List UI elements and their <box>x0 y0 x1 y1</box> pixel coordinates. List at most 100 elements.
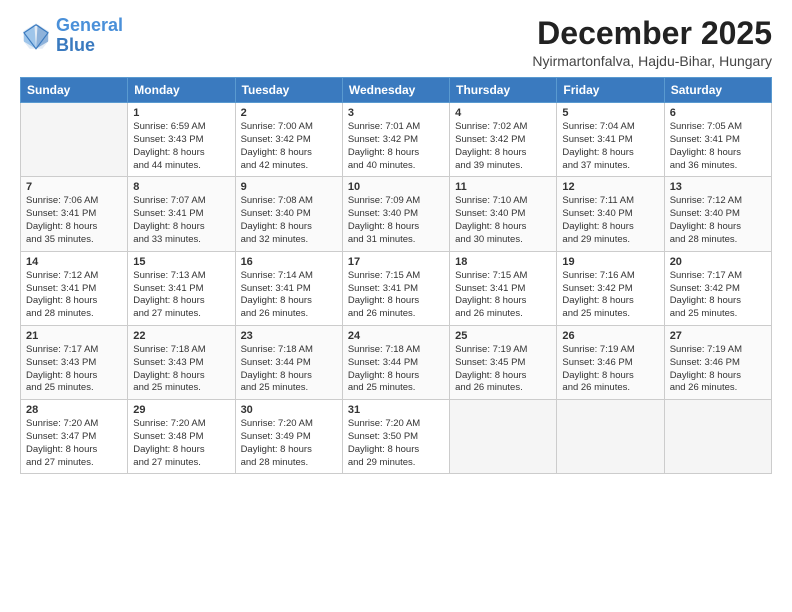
cell-sunset: Sunset: 3:43 PM <box>133 134 229 147</box>
day-number: 25 <box>455 330 551 342</box>
cell-minutes: and 28 minutes. <box>670 234 766 247</box>
cell-minutes: and 30 minutes. <box>455 234 551 247</box>
cell-sunset: Sunset: 3:40 PM <box>562 208 658 221</box>
day-number: 5 <box>562 107 658 119</box>
cell-daylight: Daylight: 8 hours <box>348 370 444 383</box>
cell-4-6 <box>664 400 771 474</box>
cell-daylight: Daylight: 8 hours <box>348 444 444 457</box>
cell-sunset: Sunset: 3:43 PM <box>26 357 122 370</box>
day-number: 11 <box>455 181 551 193</box>
day-number: 27 <box>670 330 766 342</box>
day-number: 9 <box>241 181 337 193</box>
cell-3-5: 26Sunrise: 7:19 AMSunset: 3:46 PMDayligh… <box>557 325 664 399</box>
location: Nyirmartonfalva, Hajdu-Bihar, Hungary <box>532 53 772 69</box>
cell-minutes: and 44 minutes. <box>133 160 229 173</box>
cell-1-0: 7Sunrise: 7:06 AMSunset: 3:41 PMDaylight… <box>21 177 128 251</box>
col-thursday: Thursday <box>450 78 557 103</box>
cell-sunset: Sunset: 3:41 PM <box>562 134 658 147</box>
cell-sunset: Sunset: 3:41 PM <box>133 283 229 296</box>
cell-0-3: 3Sunrise: 7:01 AMSunset: 3:42 PMDaylight… <box>342 103 449 177</box>
logo-text: General Blue <box>56 16 123 56</box>
cell-daylight: Daylight: 8 hours <box>455 221 551 234</box>
cell-sunset: Sunset: 3:40 PM <box>241 208 337 221</box>
cell-minutes: and 26 minutes. <box>455 382 551 395</box>
cell-minutes: and 25 minutes. <box>241 382 337 395</box>
cell-minutes: and 26 minutes. <box>562 382 658 395</box>
cell-2-2: 16Sunrise: 7:14 AMSunset: 3:41 PMDayligh… <box>235 251 342 325</box>
cell-minutes: and 39 minutes. <box>455 160 551 173</box>
cell-daylight: Daylight: 8 hours <box>133 221 229 234</box>
logo-icon <box>20 20 52 52</box>
cell-daylight: Daylight: 8 hours <box>26 221 122 234</box>
cell-sunrise: Sunrise: 7:09 AM <box>348 195 444 208</box>
cell-sunset: Sunset: 3:48 PM <box>133 431 229 444</box>
cell-4-5 <box>557 400 664 474</box>
cell-sunset: Sunset: 3:41 PM <box>26 283 122 296</box>
cell-sunset: Sunset: 3:40 PM <box>455 208 551 221</box>
cell-minutes: and 32 minutes. <box>241 234 337 247</box>
cell-daylight: Daylight: 8 hours <box>241 370 337 383</box>
cell-minutes: and 33 minutes. <box>133 234 229 247</box>
cell-3-0: 21Sunrise: 7:17 AMSunset: 3:43 PMDayligh… <box>21 325 128 399</box>
cell-minutes: and 26 minutes. <box>348 308 444 321</box>
cell-2-3: 17Sunrise: 7:15 AMSunset: 3:41 PMDayligh… <box>342 251 449 325</box>
cell-minutes: and 25 minutes. <box>348 382 444 395</box>
cell-sunrise: Sunrise: 7:05 AM <box>670 121 766 134</box>
month-title: December 2025 <box>532 16 772 51</box>
cell-daylight: Daylight: 8 hours <box>26 370 122 383</box>
cell-daylight: Daylight: 8 hours <box>348 221 444 234</box>
col-friday: Friday <box>557 78 664 103</box>
cell-sunset: Sunset: 3:46 PM <box>562 357 658 370</box>
cell-sunset: Sunset: 3:41 PM <box>348 283 444 296</box>
week-row-2: 14Sunrise: 7:12 AMSunset: 3:41 PMDayligh… <box>21 251 772 325</box>
cell-sunset: Sunset: 3:40 PM <box>348 208 444 221</box>
cell-sunset: Sunset: 3:41 PM <box>133 208 229 221</box>
cell-4-1: 29Sunrise: 7:20 AMSunset: 3:48 PMDayligh… <box>128 400 235 474</box>
cell-1-4: 11 Sunrise: 7:10 AMSunset: 3:40 PMDayligh… <box>450 177 557 251</box>
week-row-1: 7Sunrise: 7:06 AMSunset: 3:41 PMDaylight… <box>21 177 772 251</box>
header-row: Sunday Monday Tuesday Wednesday Thursday… <box>21 78 772 103</box>
day-number: 3 <box>348 107 444 119</box>
cell-daylight: Daylight: 8 hours <box>133 444 229 457</box>
cell-sunrise: Sunrise: 7:20 AM <box>26 418 122 431</box>
cell-sunrise: Sunrise: 7:02 AM <box>455 121 551 134</box>
cell-0-2: 2Sunrise: 7:00 AMSunset: 3:42 PMDaylight… <box>235 103 342 177</box>
cell-sunrise: Sunrise: 7:10 AM <box>455 195 551 208</box>
cell-4-3: 31Sunrise: 7:20 AMSunset: 3:50 PMDayligh… <box>342 400 449 474</box>
cell-minutes: and 35 minutes. <box>26 234 122 247</box>
week-row-4: 28Sunrise: 7:20 AMSunset: 3:47 PMDayligh… <box>21 400 772 474</box>
cell-daylight: Daylight: 8 hours <box>670 370 766 383</box>
cell-daylight: Daylight: 8 hours <box>26 295 122 308</box>
cell-daylight: Daylight: 8 hours <box>133 147 229 160</box>
cell-minutes: and 25 minutes. <box>670 308 766 321</box>
day-number: 2 <box>241 107 337 119</box>
cell-daylight: Daylight: 8 hours <box>348 147 444 160</box>
day-number: 21 <box>26 330 122 342</box>
cell-sunset: Sunset: 3:45 PM <box>455 357 551 370</box>
cell-sunrise: Sunrise: 7:19 AM <box>562 344 658 357</box>
cell-daylight: Daylight: 8 hours <box>348 295 444 308</box>
cell-sunrise: Sunrise: 7:19 AM <box>455 344 551 357</box>
day-number: 22 <box>133 330 229 342</box>
day-number: 10 <box>348 181 444 193</box>
cell-1-6: 13Sunrise: 7:12 AMSunset: 3:40 PMDayligh… <box>664 177 771 251</box>
cell-daylight: Daylight: 8 hours <box>562 370 658 383</box>
cell-4-2: 30Sunrise: 7:20 AMSunset: 3:49 PMDayligh… <box>235 400 342 474</box>
cell-2-5: 19Sunrise: 7:16 AMSunset: 3:42 PMDayligh… <box>557 251 664 325</box>
day-number: 1 <box>133 107 229 119</box>
cell-sunrise: Sunrise: 7:07 AM <box>133 195 229 208</box>
cell-sunset: Sunset: 3:40 PM <box>670 208 766 221</box>
cell-minutes: and 31 minutes. <box>348 234 444 247</box>
day-number: 28 <box>26 404 122 416</box>
cell-sunset: Sunset: 3:44 PM <box>348 357 444 370</box>
cell-sunrise: Sunrise: 7:20 AM <box>241 418 337 431</box>
col-tuesday: Tuesday <box>235 78 342 103</box>
cell-sunrise: Sunrise: 6:59 AM <box>133 121 229 134</box>
cell-sunset: Sunset: 3:41 PM <box>26 208 122 221</box>
day-number: 20 <box>670 256 766 268</box>
cell-sunrise: Sunrise: 7:08 AM <box>241 195 337 208</box>
day-number: 19 <box>562 256 658 268</box>
cell-sunset: Sunset: 3:49 PM <box>241 431 337 444</box>
page: General Blue December 2025 Nyirmartonfal… <box>0 0 792 612</box>
cell-minutes: and 28 minutes. <box>26 308 122 321</box>
